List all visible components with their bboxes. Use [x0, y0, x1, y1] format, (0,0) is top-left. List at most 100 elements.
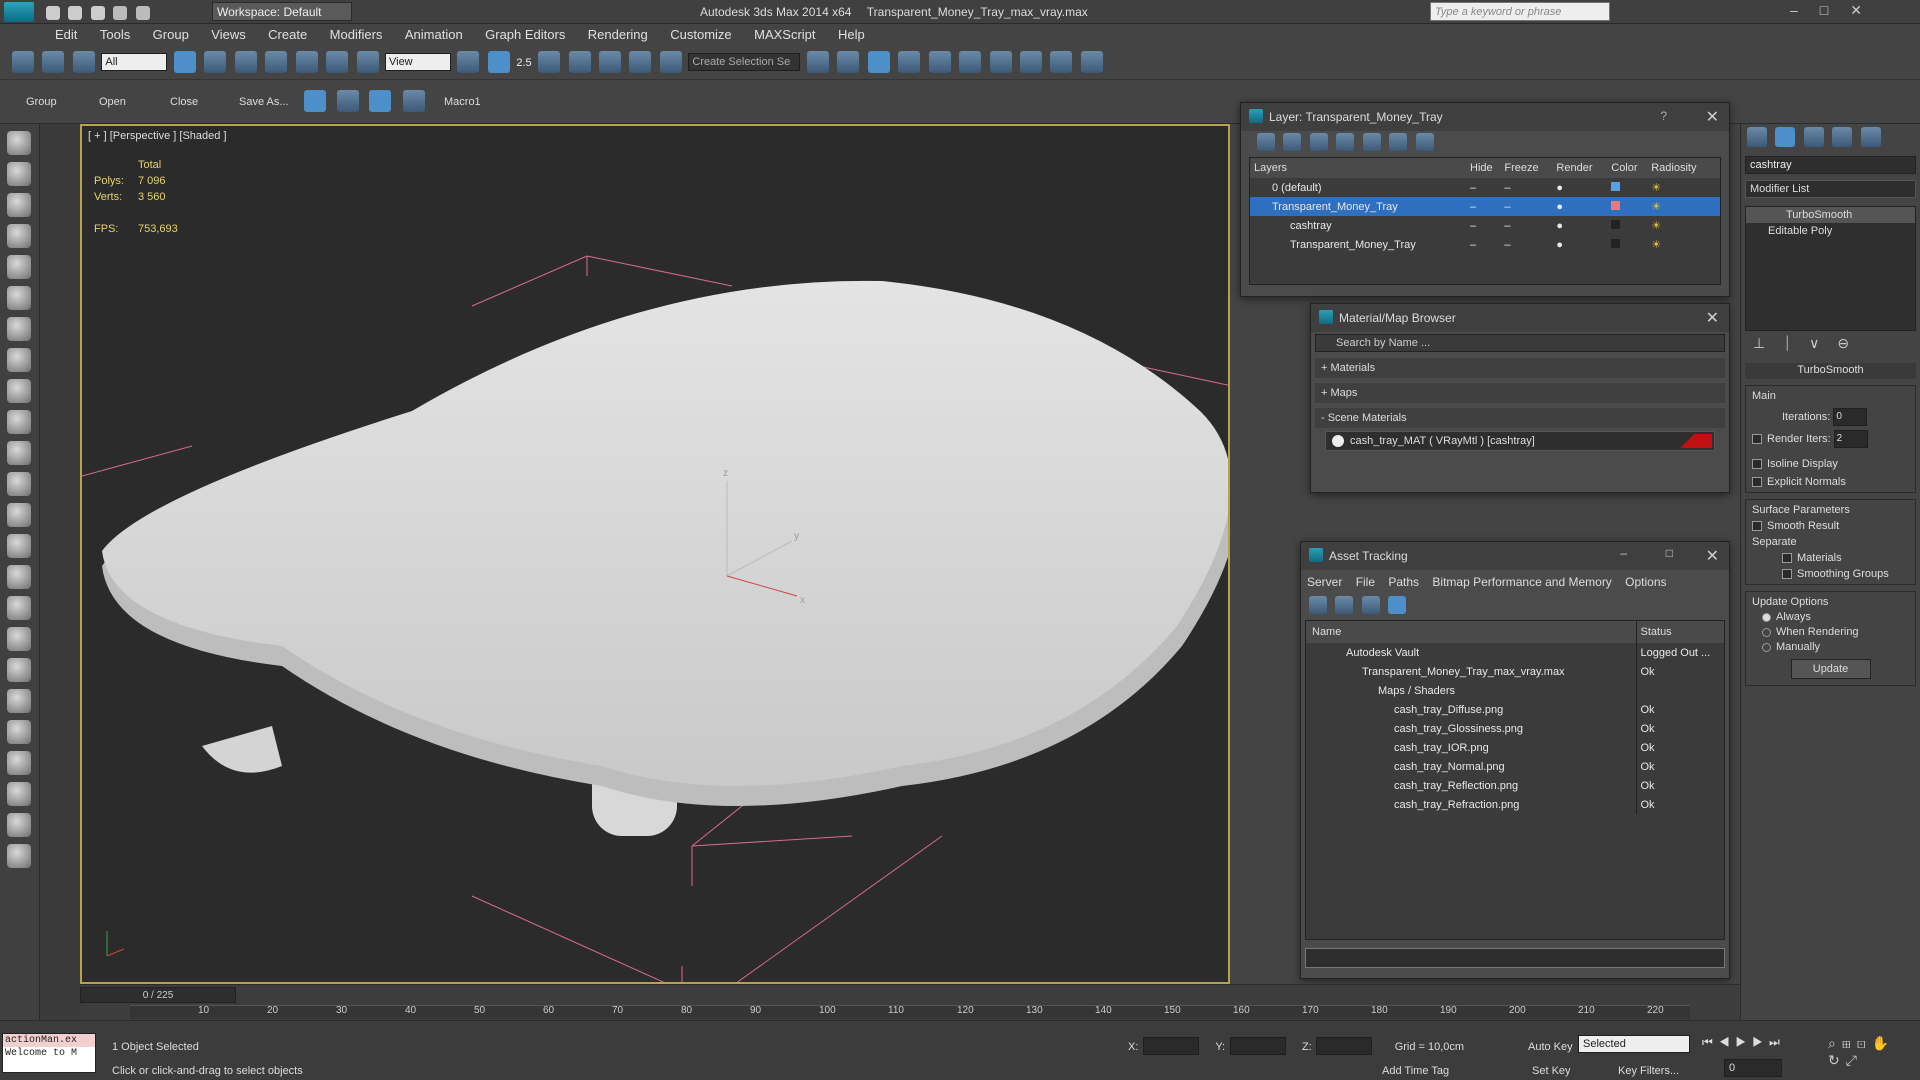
create-layer-icon[interactable] — [1257, 133, 1275, 151]
auto-key-button[interactable]: Auto Key — [1528, 1041, 1573, 1053]
smoothing-groups-checkbox[interactable] — [1782, 569, 1792, 580]
link-icon[interactable] — [12, 51, 34, 73]
menu-maxscript[interactable]: MAXScript — [745, 24, 824, 42]
tool-icon-17[interactable] — [7, 627, 31, 651]
help-search-input[interactable]: Type a keyword or phrase — [1430, 2, 1610, 21]
remove-modifier-icon[interactable]: ⊖ — [1837, 335, 1867, 351]
show-end-result-icon[interactable]: ⏐ — [1783, 335, 1809, 351]
close-icon[interactable]: ✕ — [1706, 308, 1719, 328]
iterations-spinner[interactable]: 0 — [1833, 408, 1868, 426]
always-radio[interactable] — [1762, 612, 1771, 622]
materials-group[interactable]: + Materials — [1315, 358, 1725, 378]
scale-icon[interactable] — [356, 51, 379, 73]
unlink-icon[interactable] — [42, 51, 65, 73]
table-row[interactable]: cash_tray_Normal.png Ok — [1306, 757, 1724, 776]
highlight-layer-icon[interactable] — [1362, 133, 1381, 151]
pan-icon[interactable]: ✋ — [1872, 1035, 1895, 1051]
layer-list-icon[interactable] — [304, 90, 326, 112]
make-unique-icon[interactable]: ∨ — [1809, 335, 1837, 351]
asset-menu-file[interactable]: File — [1356, 575, 1375, 589]
key-filters-button[interactable]: Key Filters... — [1618, 1065, 1679, 1077]
close-button[interactable]: Close — [170, 96, 198, 108]
menu-rendering[interactable]: Rendering — [579, 24, 657, 42]
tool-icon-11[interactable] — [7, 441, 31, 465]
freeze-all-icon[interactable] — [1415, 133, 1434, 151]
tool-icon-8[interactable] — [7, 348, 31, 372]
money-tray-model[interactable]: z y x — [82, 126, 1230, 984]
table-row[interactable]: Maps / Shaders — [1306, 681, 1724, 700]
tool-icon-4[interactable] — [7, 224, 31, 248]
layer-row[interactable]: 0 (default) – – ● ☀ — [1250, 178, 1720, 197]
material-editor-icon[interactable] — [989, 51, 1012, 73]
tool-icon-12[interactable] — [7, 472, 31, 496]
menu-graph-editors[interactable]: Graph Editors — [476, 24, 574, 42]
table-row[interactable]: cash_tray_Reflection.png Ok — [1306, 776, 1724, 795]
minimize-icon[interactable]: – — [1790, 2, 1820, 18]
select-by-name-icon[interactable] — [204, 51, 227, 73]
workspace-dropdown[interactable]: Workspace: Default — [212, 2, 352, 21]
layer-row-selected[interactable]: Transparent_Money_Tray – – ● ☀ — [1250, 197, 1720, 216]
motion-tab-icon[interactable] — [1832, 127, 1853, 147]
go-to-start-icon[interactable]: ⏮ — [1702, 1035, 1719, 1049]
open-button[interactable]: Open — [99, 96, 126, 108]
zoom-extents-icon[interactable]: ⊡ — [1857, 1035, 1872, 1051]
reference-coord-dropdown[interactable]: View — [384, 53, 451, 71]
create-tab-icon[interactable] — [1747, 127, 1767, 147]
menu-group[interactable]: Group — [144, 24, 198, 42]
key-mode-dropdown[interactable]: Selected — [1578, 1035, 1690, 1053]
mirror-icon[interactable] — [806, 51, 829, 73]
col-freeze[interactable]: Freeze — [1504, 158, 1556, 178]
col-name[interactable]: Name — [1306, 621, 1637, 643]
material-browser-titlebar[interactable]: Material/Map Browser ✕ — [1311, 304, 1729, 332]
layer-color-swatch[interactable] — [1611, 181, 1621, 191]
window-crossing-icon[interactable] — [265, 51, 288, 73]
select-object-icon[interactable] — [173, 51, 196, 73]
layer-color-swatch[interactable] — [1611, 238, 1621, 248]
menu-tools[interactable]: Tools — [91, 24, 139, 42]
when-rendering-radio[interactable] — [1762, 627, 1771, 637]
save-file-icon[interactable] — [90, 5, 105, 20]
render-iters-checkbox[interactable] — [1752, 434, 1762, 444]
menu-customize[interactable]: Customize — [661, 24, 740, 42]
x-coord-field[interactable] — [1142, 1037, 1199, 1055]
tool-icon-2[interactable] — [7, 162, 31, 186]
layer-window-titlebar[interactable]: Layer: Transparent_Money_Tray ? ✕ — [1241, 103, 1729, 131]
smooth-result-checkbox[interactable] — [1752, 521, 1762, 532]
tool-icon-9[interactable] — [7, 379, 31, 403]
col-radiosity[interactable]: Radiosity — [1651, 158, 1720, 178]
materials-checkbox[interactable] — [1782, 553, 1792, 564]
go-to-end-icon[interactable]: ⏭ — [1769, 1035, 1786, 1049]
menu-views[interactable]: Views — [202, 24, 254, 42]
close-icon[interactable]: ✕ — [1706, 107, 1719, 127]
tool-icon-5[interactable] — [7, 255, 31, 279]
app-logo[interactable] — [4, 2, 34, 22]
render-production-icon[interactable] — [1080, 51, 1103, 73]
tool-icon-23[interactable] — [7, 813, 31, 837]
hierarchy-tab-icon[interactable] — [1803, 127, 1824, 147]
tool-icon-6[interactable] — [7, 286, 31, 310]
table-row[interactable]: Autodesk Vault Logged Out ... — [1306, 643, 1724, 662]
asset-path-field[interactable] — [1305, 948, 1725, 968]
table-row[interactable]: cash_tray_Diffuse.png Ok — [1306, 700, 1724, 719]
open-file-icon[interactable] — [68, 5, 83, 20]
orbit-icon[interactable]: ↻ — [1828, 1052, 1846, 1068]
col-layers[interactable]: Layers — [1250, 158, 1470, 178]
turbosmooth-rollout-title[interactable]: TurboSmooth — [1745, 363, 1916, 379]
schematic-view-icon[interactable] — [959, 51, 982, 73]
render-iters-spinner[interactable]: 2 — [1833, 430, 1868, 448]
modify-tab-icon[interactable] — [1775, 127, 1796, 147]
render-setup-icon[interactable] — [1019, 51, 1042, 73]
layer-color-swatch[interactable] — [1611, 200, 1621, 210]
col-status[interactable]: Status — [1636, 621, 1724, 643]
curve-editor-icon[interactable] — [928, 51, 951, 73]
col-render[interactable]: Render — [1556, 158, 1611, 178]
spinner-snap-icon[interactable] — [629, 51, 652, 73]
maximize-viewport-icon[interactable]: ⤢ — [1846, 1052, 1863, 1068]
menu-animation[interactable]: Animation — [396, 24, 472, 42]
macro-button[interactable]: Macro1 — [444, 96, 481, 108]
update-button[interactable]: Update — [1790, 659, 1871, 679]
tool-icon-10[interactable] — [7, 410, 31, 434]
add-to-layer-icon[interactable] — [1309, 133, 1328, 151]
maximize-icon[interactable]: □ — [1666, 546, 1673, 560]
tree-view-icon[interactable] — [1361, 596, 1380, 614]
